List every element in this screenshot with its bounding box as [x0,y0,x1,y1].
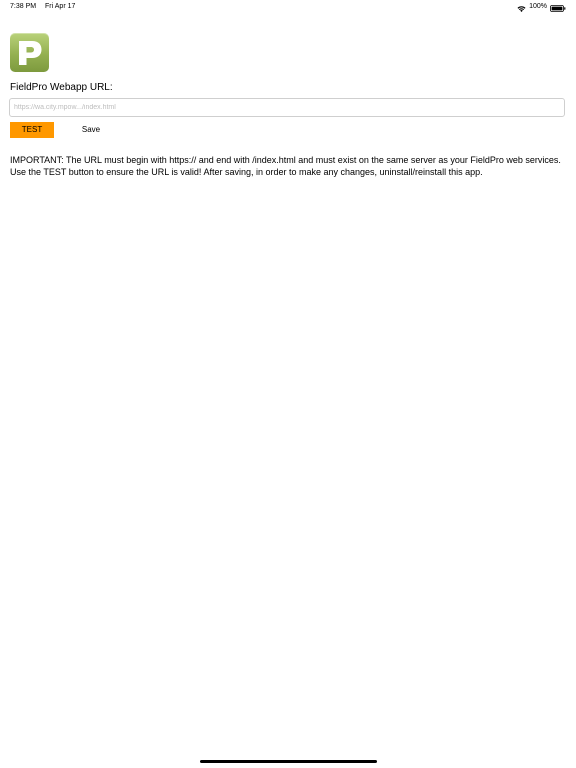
wifi-icon [517,4,526,12]
home-indicator[interactable] [200,760,377,763]
status-time: 7:38 PM [10,3,37,10]
test-button[interactable]: TEST [10,122,54,138]
status-bar: 7:38 PM Fri Apr 17 100% [0,0,576,14]
status-left: 7:38 PM Fri Apr 17 [10,0,82,14]
battery-icon [550,4,566,12]
url-input[interactable] [9,98,565,117]
save-button[interactable]: Save [70,122,112,138]
important-notice: IMPORTANT: The URL must begin with https… [10,155,561,177]
status-date: Fri Apr 17 [45,3,76,10]
status-right: 100% [517,0,566,14]
fieldpro-logo-icon [10,33,49,72]
battery-percent: 100% [529,3,547,10]
url-label: FieldPro Webapp URL: [10,82,113,93]
